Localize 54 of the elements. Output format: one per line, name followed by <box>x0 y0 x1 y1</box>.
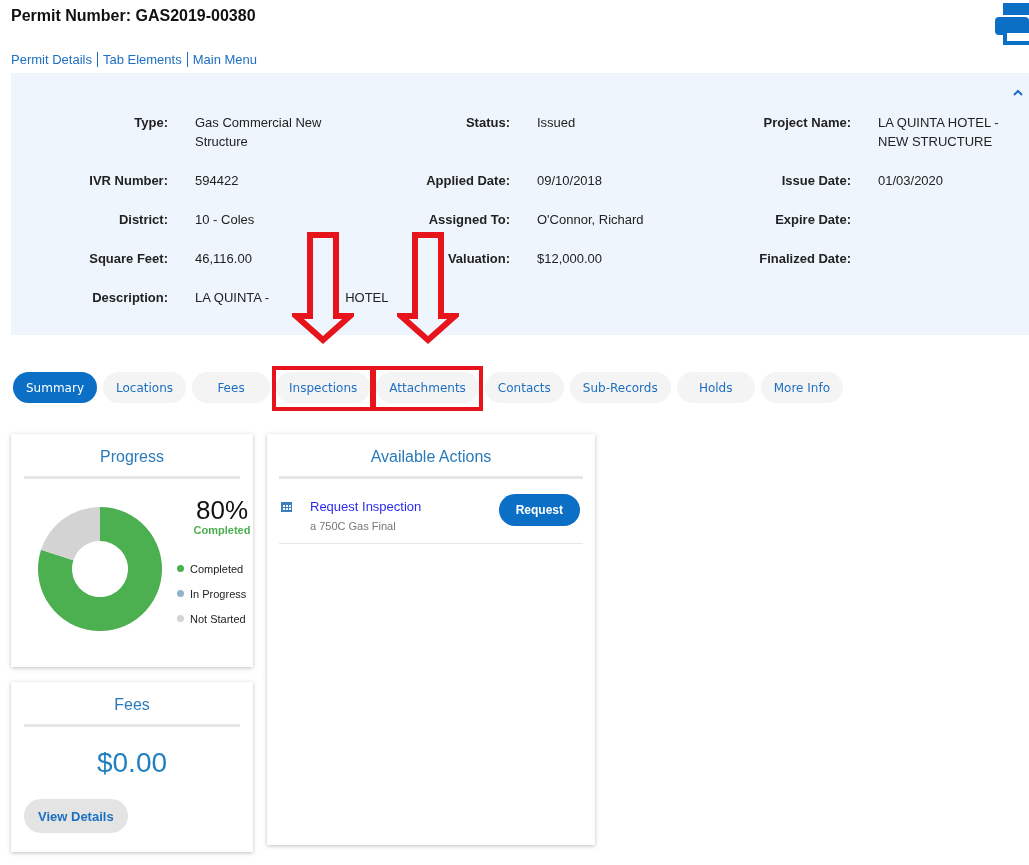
legend-label: In Progress <box>190 587 247 600</box>
percent-value: 80% <box>194 496 249 524</box>
tab[interactable]: Holds <box>676 372 755 403</box>
field-value: LA QUINTA HOTEL - NEW STRUCTURE <box>878 114 1000 151</box>
field-label: Project Name: <box>762 114 851 132</box>
fee-amount: $0.00 <box>95 747 169 779</box>
field-value: 46,116.00 <box>195 250 253 268</box>
nav-link[interactable]: Main Menu <box>186 52 262 67</box>
action-link[interactable]: Request Inspection <box>310 499 422 514</box>
card-title: Progress <box>24 434 240 479</box>
field-label: Expire Date: <box>774 211 851 229</box>
percent-caption: Completed <box>192 524 252 536</box>
field-label: Finalized Date: <box>758 250 851 268</box>
card-title: Available Actions <box>279 434 583 479</box>
tab[interactable]: Sub-Records <box>569 372 671 403</box>
field-label: Type: <box>133 114 168 132</box>
tab[interactable]: Locations <box>103 372 186 403</box>
field-value: 09/10/2018 <box>537 172 604 190</box>
tab[interactable]: Fees <box>192 372 270 403</box>
field-value: $12,000.00 <box>537 250 604 268</box>
field-value: O'Connor, Richard <box>537 211 645 229</box>
field-label: Applied Date: <box>425 172 510 190</box>
field-label: Square Feet: <box>88 250 168 268</box>
field-label: Status: <box>464 114 510 132</box>
nav-link[interactable]: Permit Details <box>11 52 97 67</box>
calendar-icon <box>281 501 292 512</box>
tab[interactable]: More Info <box>760 372 843 403</box>
action-subtitle: a 750C Gas Final <box>310 520 397 532</box>
field-label: IVR Number: <box>88 172 168 190</box>
tab[interactable]: Inspections <box>276 372 371 403</box>
field-value: 594422 <box>195 172 240 190</box>
chevron-up-icon[interactable] <box>1013 89 1023 96</box>
request-button[interactable]: Request <box>498 494 580 526</box>
field-value: HOTEL <box>345 289 389 307</box>
field-label: Valuation: <box>446 250 510 268</box>
field-value: LA QUINTA - <box>195 289 270 307</box>
nav-link[interactable]: Tab Elements <box>96 52 187 67</box>
field-label: District: <box>117 211 168 229</box>
print-icon[interactable] <box>995 3 1029 45</box>
permit-title: Permit Number: GAS2019-00380 <box>11 7 257 25</box>
field-value: Issued <box>537 114 577 132</box>
field-label: Description: <box>91 289 168 307</box>
legend-label: Not Started <box>190 612 246 625</box>
field-value: Gas Commercial New Structure <box>195 114 323 151</box>
field-value: 10 - Coles <box>195 211 256 229</box>
tab[interactable]: Contacts <box>484 372 564 403</box>
field-label: Assigned To: <box>427 211 510 229</box>
tab[interactable]: Attachments <box>376 372 479 403</box>
legend-label: Completed <box>190 562 244 575</box>
field-value: 01/03/2020 <box>878 172 945 190</box>
tab[interactable]: Summary <box>13 372 97 403</box>
card-title: Fees <box>24 682 240 727</box>
field-label: Issue Date: <box>780 172 851 190</box>
view-details-button[interactable]: View Details <box>24 799 128 833</box>
